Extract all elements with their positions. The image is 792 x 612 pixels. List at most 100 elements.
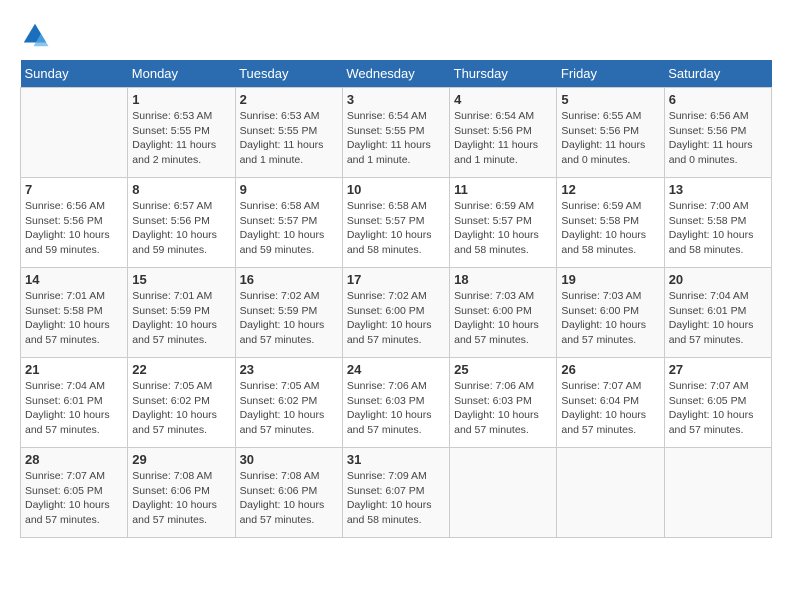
day-info: Sunrise: 7:06 AM Sunset: 6:03 PM Dayligh… xyxy=(454,379,552,438)
calendar-cell: 2 Sunrise: 6:53 AM Sunset: 5:55 PM Daylig… xyxy=(235,88,342,178)
day-number: 18 xyxy=(454,272,552,287)
day-info: Sunrise: 7:03 AM Sunset: 6:00 PM Dayligh… xyxy=(454,289,552,348)
day-info: Sunrise: 6:54 AM Sunset: 5:55 PM Dayligh… xyxy=(347,109,445,168)
header-row: SundayMondayTuesdayWednesdayThursdayFrid… xyxy=(21,60,772,88)
day-number: 20 xyxy=(669,272,767,287)
day-number: 25 xyxy=(454,362,552,377)
day-number: 23 xyxy=(240,362,338,377)
col-header-monday: Monday xyxy=(128,60,235,88)
calendar-cell: 9 Sunrise: 6:58 AM Sunset: 5:57 PM Daylig… xyxy=(235,178,342,268)
calendar-cell: 7 Sunrise: 6:56 AM Sunset: 5:56 PM Daylig… xyxy=(21,178,128,268)
day-info: Sunrise: 6:56 AM Sunset: 5:56 PM Dayligh… xyxy=(669,109,767,168)
calendar-cell: 13 Sunrise: 7:00 AM Sunset: 5:58 PM Dayli… xyxy=(664,178,771,268)
day-number: 19 xyxy=(561,272,659,287)
day-number: 16 xyxy=(240,272,338,287)
day-info: Sunrise: 7:04 AM Sunset: 6:01 PM Dayligh… xyxy=(25,379,123,438)
day-number: 3 xyxy=(347,92,445,107)
day-info: Sunrise: 6:54 AM Sunset: 5:56 PM Dayligh… xyxy=(454,109,552,168)
day-number: 6 xyxy=(669,92,767,107)
day-number: 31 xyxy=(347,452,445,467)
calendar-cell xyxy=(21,88,128,178)
day-info: Sunrise: 7:02 AM Sunset: 6:00 PM Dayligh… xyxy=(347,289,445,348)
col-header-tuesday: Tuesday xyxy=(235,60,342,88)
day-number: 9 xyxy=(240,182,338,197)
day-info: Sunrise: 7:02 AM Sunset: 5:59 PM Dayligh… xyxy=(240,289,338,348)
day-info: Sunrise: 7:05 AM Sunset: 6:02 PM Dayligh… xyxy=(240,379,338,438)
calendar-cell: 8 Sunrise: 6:57 AM Sunset: 5:56 PM Daylig… xyxy=(128,178,235,268)
day-info: Sunrise: 7:00 AM Sunset: 5:58 PM Dayligh… xyxy=(669,199,767,258)
calendar-cell: 6 Sunrise: 6:56 AM Sunset: 5:56 PM Daylig… xyxy=(664,88,771,178)
day-number: 26 xyxy=(561,362,659,377)
day-number: 30 xyxy=(240,452,338,467)
day-info: Sunrise: 7:09 AM Sunset: 6:07 PM Dayligh… xyxy=(347,469,445,528)
day-info: Sunrise: 6:55 AM Sunset: 5:56 PM Dayligh… xyxy=(561,109,659,168)
day-info: Sunrise: 7:03 AM Sunset: 6:00 PM Dayligh… xyxy=(561,289,659,348)
calendar-cell: 1 Sunrise: 6:53 AM Sunset: 5:55 PM Daylig… xyxy=(128,88,235,178)
day-info: Sunrise: 6:59 AM Sunset: 5:58 PM Dayligh… xyxy=(561,199,659,258)
calendar-cell: 29Sunrise: 7:08 AM Sunset: 6:06 PM Dayli… xyxy=(128,448,235,538)
calendar-table: SundayMondayTuesdayWednesdayThursdayFrid… xyxy=(20,60,772,538)
calendar-cell xyxy=(664,448,771,538)
day-number: 1 xyxy=(132,92,230,107)
day-number: 11 xyxy=(454,182,552,197)
calendar-cell: 25 Sunrise: 7:06 AM Sunset: 6:03 PM Dayli… xyxy=(450,358,557,448)
col-header-sunday: Sunday xyxy=(21,60,128,88)
calendar-cell: 3 Sunrise: 6:54 AM Sunset: 5:55 PM Daylig… xyxy=(342,88,449,178)
week-row-5: 28 Sunrise: 7:07 AM Sunset: 6:05 PM Dayli… xyxy=(21,448,772,538)
day-number: 7 xyxy=(25,182,123,197)
day-info: Sunrise: 7:07 AM Sunset: 6:04 PM Dayligh… xyxy=(561,379,659,438)
calendar-cell: 16 Sunrise: 7:02 AM Sunset: 5:59 PM Dayli… xyxy=(235,268,342,358)
day-number: 27 xyxy=(669,362,767,377)
day-info: Sunrise: 6:57 AM Sunset: 5:56 PM Dayligh… xyxy=(132,199,230,258)
day-info: Sunrise: 7:04 AM Sunset: 6:01 PM Dayligh… xyxy=(669,289,767,348)
day-number: 22 xyxy=(132,362,230,377)
day-info: Sunrise: 7:06 AM Sunset: 6:03 PM Dayligh… xyxy=(347,379,445,438)
week-row-1: 1 Sunrise: 6:53 AM Sunset: 5:55 PM Daylig… xyxy=(21,88,772,178)
day-number: 12 xyxy=(561,182,659,197)
day-info: Sunrise: 6:56 AM Sunset: 5:56 PM Dayligh… xyxy=(25,199,123,258)
day-number: 4 xyxy=(454,92,552,107)
calendar-cell: 24Sunrise: 7:06 AM Sunset: 6:03 PM Dayli… xyxy=(342,358,449,448)
week-row-4: 21 Sunrise: 7:04 AM Sunset: 6:01 PM Dayli… xyxy=(21,358,772,448)
col-header-friday: Friday xyxy=(557,60,664,88)
day-number: 14 xyxy=(25,272,123,287)
day-info: Sunrise: 7:05 AM Sunset: 6:02 PM Dayligh… xyxy=(132,379,230,438)
day-info: Sunrise: 6:53 AM Sunset: 5:55 PM Dayligh… xyxy=(132,109,230,168)
calendar-cell: 19 Sunrise: 7:03 AM Sunset: 6:00 PM Dayli… xyxy=(557,268,664,358)
logo-icon xyxy=(20,20,50,50)
day-info: Sunrise: 7:01 AM Sunset: 5:59 PM Dayligh… xyxy=(132,289,230,348)
calendar-cell: 14 Sunrise: 7:01 AM Sunset: 5:58 PM Dayli… xyxy=(21,268,128,358)
logo xyxy=(20,20,54,50)
week-row-2: 7 Sunrise: 6:56 AM Sunset: 5:56 PM Daylig… xyxy=(21,178,772,268)
calendar-cell: 26 Sunrise: 7:07 AM Sunset: 6:04 PM Dayli… xyxy=(557,358,664,448)
col-header-saturday: Saturday xyxy=(664,60,771,88)
day-info: Sunrise: 7:07 AM Sunset: 6:05 PM Dayligh… xyxy=(25,469,123,528)
day-number: 5 xyxy=(561,92,659,107)
day-number: 17 xyxy=(347,272,445,287)
calendar-cell: 27Sunrise: 7:07 AM Sunset: 6:05 PM Dayli… xyxy=(664,358,771,448)
calendar-cell: 31 Sunrise: 7:09 AM Sunset: 6:07 PM Dayli… xyxy=(342,448,449,538)
day-number: 21 xyxy=(25,362,123,377)
calendar-cell: 21 Sunrise: 7:04 AM Sunset: 6:01 PM Dayli… xyxy=(21,358,128,448)
day-number: 13 xyxy=(669,182,767,197)
calendar-cell: 30 Sunrise: 7:08 AM Sunset: 6:06 PM Dayli… xyxy=(235,448,342,538)
calendar-cell xyxy=(450,448,557,538)
day-info: Sunrise: 6:53 AM Sunset: 5:55 PM Dayligh… xyxy=(240,109,338,168)
day-number: 8 xyxy=(132,182,230,197)
day-number: 10 xyxy=(347,182,445,197)
week-row-3: 14 Sunrise: 7:01 AM Sunset: 5:58 PM Dayli… xyxy=(21,268,772,358)
calendar-cell: 4 Sunrise: 6:54 AM Sunset: 5:56 PM Daylig… xyxy=(450,88,557,178)
day-number: 28 xyxy=(25,452,123,467)
col-header-wednesday: Wednesday xyxy=(342,60,449,88)
day-number: 2 xyxy=(240,92,338,107)
day-info: Sunrise: 6:58 AM Sunset: 5:57 PM Dayligh… xyxy=(347,199,445,258)
day-info: Sunrise: 7:08 AM Sunset: 6:06 PM Dayligh… xyxy=(240,469,338,528)
calendar-cell: 5 Sunrise: 6:55 AM Sunset: 5:56 PM Daylig… xyxy=(557,88,664,178)
calendar-cell: 18 Sunrise: 7:03 AM Sunset: 6:00 PM Dayli… xyxy=(450,268,557,358)
col-header-thursday: Thursday xyxy=(450,60,557,88)
calendar-cell: 23 Sunrise: 7:05 AM Sunset: 6:02 PM Dayli… xyxy=(235,358,342,448)
day-info: Sunrise: 6:59 AM Sunset: 5:57 PM Dayligh… xyxy=(454,199,552,258)
day-info: Sunrise: 7:01 AM Sunset: 5:58 PM Dayligh… xyxy=(25,289,123,348)
calendar-cell: 28 Sunrise: 7:07 AM Sunset: 6:05 PM Dayli… xyxy=(21,448,128,538)
day-info: Sunrise: 6:58 AM Sunset: 5:57 PM Dayligh… xyxy=(240,199,338,258)
